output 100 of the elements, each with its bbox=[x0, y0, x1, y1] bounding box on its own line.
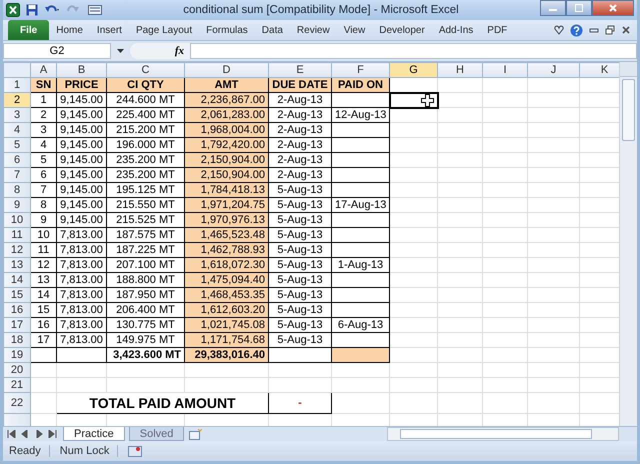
table-cell: 7,813.00 bbox=[56, 228, 106, 242]
table-cell: 1,971,204.75 bbox=[184, 198, 268, 212]
status-text: Ready bbox=[9, 445, 50, 457]
row-header[interactable]: 14 bbox=[4, 272, 30, 288]
ribbon-tab[interactable]: Page Layout bbox=[128, 20, 200, 40]
row-header[interactable]: 1 bbox=[4, 78, 30, 92]
row-header[interactable]: 16 bbox=[4, 302, 30, 318]
table-cell: 5 bbox=[30, 152, 56, 168]
row-header[interactable]: 8 bbox=[4, 182, 30, 198]
table-cell: 1,475,094.40 bbox=[184, 272, 268, 288]
table-cell: 1 bbox=[30, 92, 56, 108]
table-cell: 7,813.00 bbox=[56, 258, 106, 272]
table-cell: 187.225 MT bbox=[106, 242, 184, 258]
table-cell: 2,236,867.00 bbox=[184, 92, 268, 108]
table-cell: SN bbox=[30, 78, 56, 92]
table-cell: 187.950 MT bbox=[106, 288, 184, 302]
row-header[interactable]: 11 bbox=[4, 228, 30, 242]
table-cell: 5-Aug-13 bbox=[268, 258, 332, 272]
ribbon-tab[interactable]: View bbox=[336, 20, 372, 40]
ribbon-tab[interactable]: File bbox=[8, 20, 50, 40]
table-cell: 1-Aug-13 bbox=[332, 258, 390, 272]
row-header[interactable]: 7 bbox=[4, 168, 30, 182]
total-label-cell: TOTAL PAID AMOUNT bbox=[56, 392, 268, 414]
column-header[interactable]: D bbox=[184, 62, 268, 78]
table-cell: 9,145.00 bbox=[56, 122, 106, 138]
row-header[interactable]: 5 bbox=[4, 138, 30, 152]
column-header[interactable]: C bbox=[106, 62, 184, 78]
insert-function-button[interactable]: fx bbox=[174, 45, 184, 57]
column-header[interactable]: G bbox=[390, 62, 438, 78]
table-cell: 9 bbox=[30, 212, 56, 228]
table-cell: 2-Aug-13 bbox=[268, 108, 332, 122]
table-cell: 5-Aug-13 bbox=[268, 288, 332, 302]
row-header[interactable]: 19 bbox=[4, 348, 30, 362]
table-cell: 5-Aug-13 bbox=[268, 332, 332, 348]
column-header[interactable]: K bbox=[580, 62, 619, 78]
row-header[interactable]: 10 bbox=[4, 212, 30, 228]
column-header[interactable]: J bbox=[528, 62, 580, 78]
table-cell: 1,784,418.13 bbox=[184, 182, 268, 198]
table-cell: 2-Aug-13 bbox=[268, 152, 332, 168]
ribbon-tab[interactable]: Formulas bbox=[199, 20, 255, 40]
table-cell: 3,423.600 MT bbox=[106, 348, 184, 362]
ribbon-tab[interactable]: PDF bbox=[480, 20, 514, 40]
table-cell: 188.800 MT bbox=[106, 272, 184, 288]
table-cell: 5-Aug-13 bbox=[268, 272, 332, 288]
column-header[interactable]: A bbox=[30, 62, 56, 78]
table-cell: 9,145.00 bbox=[56, 92, 106, 108]
table-cell: 15 bbox=[30, 302, 56, 318]
table-cell: 2-Aug-13 bbox=[268, 92, 332, 108]
row-header[interactable]: 18 bbox=[4, 332, 30, 348]
table-cell: 5-Aug-13 bbox=[268, 182, 332, 198]
column-header[interactable]: F bbox=[332, 62, 390, 78]
table-cell: 2,061,283.00 bbox=[184, 108, 268, 122]
sheet-tab[interactable]: Solved bbox=[128, 427, 184, 441]
row-header[interactable]: 21 bbox=[4, 378, 30, 392]
table-cell: 187.575 MT bbox=[106, 228, 184, 242]
row-header[interactable]: 13 bbox=[4, 258, 30, 272]
row-header[interactable]: 9 bbox=[4, 198, 30, 212]
table-cell: PRICE bbox=[56, 78, 106, 92]
row-header[interactable]: 6 bbox=[4, 152, 30, 168]
column-header[interactable]: B bbox=[56, 62, 106, 78]
row-header[interactable]: 15 bbox=[4, 288, 30, 302]
row-header[interactable]: 20 bbox=[4, 362, 30, 378]
table-cell: 2 bbox=[30, 108, 56, 122]
ribbon-tab[interactable]: Home bbox=[49, 20, 90, 40]
table-cell: DUE DATE bbox=[268, 78, 332, 92]
row-header[interactable]: 4 bbox=[4, 122, 30, 138]
column-header[interactable]: H bbox=[438, 62, 482, 78]
table-cell: 2,150,904.00 bbox=[184, 168, 268, 182]
table-cell: 13 bbox=[30, 272, 56, 288]
column-header[interactable]: E bbox=[268, 62, 332, 78]
table-cell: 1,171,754.68 bbox=[184, 332, 268, 348]
ribbon-tab[interactable]: Data bbox=[254, 20, 290, 40]
ribbon-tab[interactable]: Review bbox=[290, 20, 337, 40]
table-cell: 7,813.00 bbox=[56, 302, 106, 318]
table-cell: 1,462,788.93 bbox=[184, 242, 268, 258]
table-cell: 196.000 MT bbox=[106, 138, 184, 152]
ribbon-tab[interactable]: Add-Ins bbox=[432, 20, 480, 40]
table-cell: 1,968,004.00 bbox=[184, 122, 268, 138]
table-cell: 1,021,745.08 bbox=[184, 318, 268, 332]
table-cell: 1,792,420.00 bbox=[184, 138, 268, 152]
table-cell: 8 bbox=[30, 198, 56, 212]
column-header[interactable]: I bbox=[482, 62, 528, 78]
status-text: Num Lock bbox=[60, 445, 118, 457]
table-cell: 215.200 MT bbox=[106, 122, 184, 138]
sheet-tab[interactable]: Practice bbox=[63, 427, 125, 441]
row-header[interactable]: 12 bbox=[4, 242, 30, 258]
row-header[interactable]: 17 bbox=[4, 318, 30, 332]
row-header[interactable]: 22 bbox=[4, 392, 30, 414]
name-box[interactable]: G2 bbox=[3, 43, 111, 59]
row-header[interactable]: 3 bbox=[4, 108, 30, 122]
table-cell: 6 bbox=[30, 168, 56, 182]
ribbon-tab[interactable]: Developer bbox=[372, 20, 432, 40]
ribbon-tab[interactable]: Insert bbox=[90, 20, 129, 40]
table-cell: 5-Aug-13 bbox=[268, 242, 332, 258]
table-cell: 1,468,453.35 bbox=[184, 288, 268, 302]
table-cell: 207.100 MT bbox=[106, 258, 184, 272]
table-cell: 9,145.00 bbox=[56, 108, 106, 122]
table-cell: 7,813.00 bbox=[56, 272, 106, 288]
table-cell: 5-Aug-13 bbox=[268, 318, 332, 332]
row-header[interactable]: 2 bbox=[4, 92, 30, 108]
